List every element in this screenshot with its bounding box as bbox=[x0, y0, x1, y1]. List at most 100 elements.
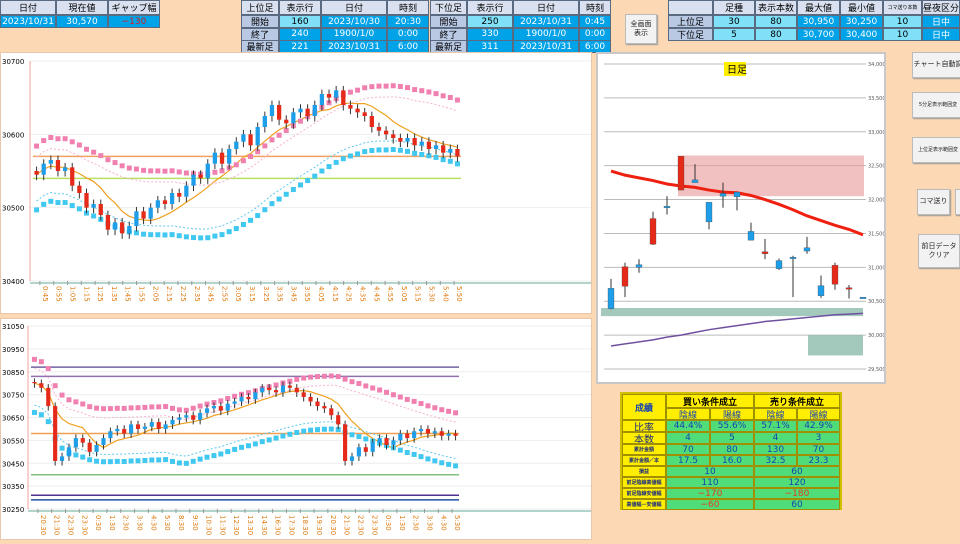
candle-up bbox=[170, 419, 175, 425]
sar-marker-pink bbox=[31, 356, 37, 362]
sar-marker-cyan bbox=[183, 460, 189, 466]
x-tick-label: 9:30 bbox=[191, 515, 199, 531]
candle-down bbox=[53, 406, 58, 461]
current-date: 2023/10/31 bbox=[0, 15, 56, 28]
lower_table-cell: 1900/1/0 bbox=[513, 27, 579, 41]
candle-up bbox=[155, 200, 160, 208]
candle-down bbox=[162, 200, 168, 204]
results-merged-value: 120 bbox=[754, 477, 840, 488]
y-tick-label: 31050 bbox=[2, 323, 24, 331]
sar-marker-cyan bbox=[319, 168, 325, 174]
settings-header: 足種 bbox=[713, 0, 755, 15]
candle-up bbox=[191, 174, 196, 186]
candle-up bbox=[73, 438, 78, 448]
y-tick-label: 31,000 bbox=[868, 265, 884, 271]
sar-marker-pink bbox=[84, 146, 89, 152]
candle-up bbox=[211, 406, 217, 409]
candle-type-header: 陰線 bbox=[754, 408, 797, 420]
sar-marker-cyan bbox=[273, 435, 279, 441]
x-tick-label: 4:45 bbox=[372, 286, 380, 302]
x-tick-label: 16:30 bbox=[274, 515, 282, 535]
sar-marker-pink bbox=[107, 406, 113, 412]
sar-marker-cyan bbox=[198, 235, 204, 241]
y-tick-label: 30,000 bbox=[868, 333, 884, 339]
sar-marker-cyan bbox=[269, 201, 275, 207]
candle-down bbox=[336, 415, 341, 425]
results-merged-value: −180 bbox=[754, 488, 840, 499]
sar-marker-pink bbox=[105, 157, 111, 163]
candle-type-header: 陰線 bbox=[666, 408, 710, 420]
results-value: 130 bbox=[754, 444, 797, 455]
frame-back-button[interactable] bbox=[955, 189, 960, 215]
candle-up bbox=[312, 105, 317, 116]
sar-marker-cyan bbox=[233, 226, 239, 232]
candle-down bbox=[363, 447, 368, 452]
sar-marker-pink bbox=[128, 405, 134, 411]
y-tick-label: 30750 bbox=[2, 392, 24, 400]
fullscreen-button[interactable]: 全画面 表示 bbox=[625, 14, 657, 44]
candle-up bbox=[142, 426, 147, 429]
candle-down bbox=[322, 406, 327, 409]
sar-marker-cyan bbox=[245, 443, 251, 449]
chart-auto-adjust-button[interactable]: チャート自動調 bbox=[912, 52, 960, 78]
sar-marker-pink bbox=[308, 374, 314, 380]
sar-marker-cyan bbox=[355, 151, 361, 157]
sar-marker-pink bbox=[433, 91, 439, 97]
daily-candlestick-chart: 34,000 33,500 33,000 32,500 32,000 31,500 31,0… bbox=[601, 62, 886, 373]
x-tick-label: 5:05 bbox=[400, 286, 408, 302]
x-tick-label: 3:25 bbox=[262, 286, 270, 302]
candle-down bbox=[141, 211, 146, 219]
upper_table-header: 上位足 bbox=[241, 0, 279, 15]
sar-marker-pink bbox=[176, 169, 182, 175]
sar-marker-pink bbox=[149, 404, 155, 410]
candle-up bbox=[205, 163, 210, 179]
y-tick-label: 30250 bbox=[2, 506, 24, 514]
y-tick-label: 29,500 bbox=[868, 367, 884, 373]
x-tick-label: 3:30 bbox=[425, 515, 433, 531]
sar-marker-cyan bbox=[212, 233, 218, 239]
candle-down bbox=[77, 185, 82, 193]
candle-up bbox=[356, 447, 361, 457]
y-tick-label: 32,500 bbox=[868, 164, 884, 170]
sar-marker-cyan bbox=[31, 409, 37, 415]
sar-marker-pink bbox=[248, 154, 254, 160]
results-value: 17.5 bbox=[666, 455, 710, 466]
candle-up bbox=[134, 211, 139, 226]
x-tick-label: 0:30 bbox=[94, 515, 102, 531]
sar-marker-pink bbox=[233, 162, 239, 168]
sar-marker-cyan bbox=[405, 148, 410, 154]
sar-marker-cyan bbox=[197, 456, 203, 462]
sar-marker-cyan bbox=[169, 232, 175, 238]
candle-down bbox=[273, 390, 279, 393]
sar-marker-cyan bbox=[453, 463, 459, 469]
candle-up bbox=[291, 112, 296, 124]
lower_table-cell: 2023/10/31 bbox=[513, 15, 579, 28]
lower_table-header: 時刻 bbox=[579, 0, 611, 15]
candle-up bbox=[149, 422, 154, 427]
x-tick-label: 21:30 bbox=[343, 515, 351, 535]
candle-down bbox=[135, 424, 141, 429]
sar-marker-cyan bbox=[211, 453, 217, 459]
candle-up bbox=[253, 392, 258, 400]
x-tick-label: 3:15 bbox=[248, 286, 256, 302]
clear-previous-data-button[interactable]: 前日データ クリア bbox=[918, 234, 960, 268]
candle-down bbox=[621, 266, 629, 287]
upper-range-change-button[interactable]: 上位足表示範囲変 bbox=[912, 137, 960, 163]
x-tick-label: 13:30 bbox=[246, 515, 254, 535]
sar-marker-cyan bbox=[347, 153, 353, 159]
candle-up bbox=[163, 424, 168, 429]
daily-chart-panel: 34,000 33,500 33,000 32,500 32,000 31,500 31,0… bbox=[596, 52, 886, 384]
y-tick-label: 32,000 bbox=[868, 198, 884, 204]
results-value: 55.6% bbox=[710, 420, 754, 432]
x-tick-label: 20:30 bbox=[329, 515, 337, 535]
sar-marker-pink bbox=[356, 381, 362, 387]
sar-marker-pink bbox=[45, 366, 51, 372]
y-tick-label: 30700 bbox=[2, 58, 24, 66]
sar-marker-pink bbox=[376, 83, 382, 89]
frame-advance-button[interactable]: コマ送り bbox=[917, 189, 950, 215]
sar-marker-pink bbox=[335, 374, 341, 380]
candle-up bbox=[241, 134, 246, 142]
sar-marker-cyan bbox=[62, 200, 68, 206]
5min-range-change-button[interactable]: 5分足表示範囲変 bbox=[912, 92, 960, 118]
candle-up bbox=[803, 247, 811, 252]
